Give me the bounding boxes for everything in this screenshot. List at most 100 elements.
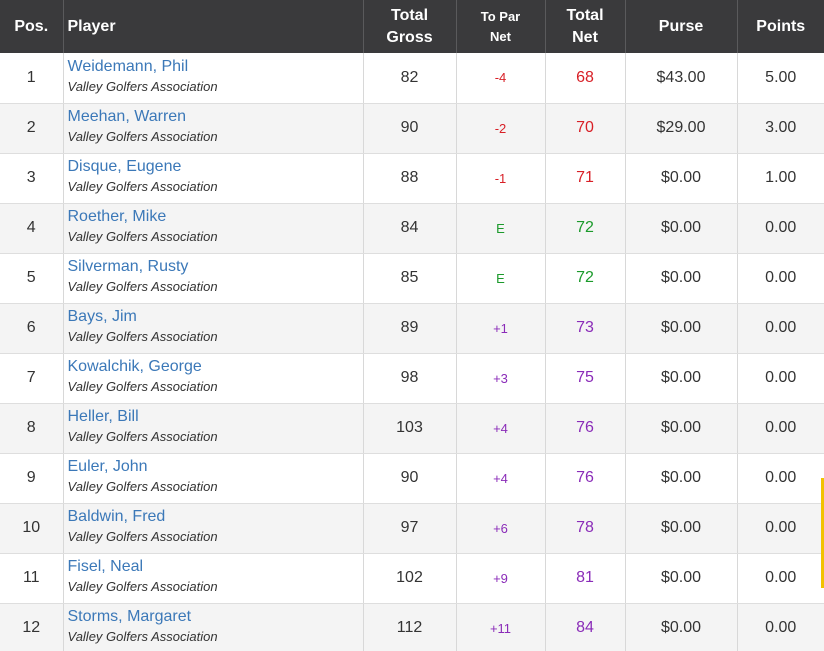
total-net-cell: 70: [545, 103, 626, 154]
player-cell: Roether, Mike Valley Golfers Association: [63, 203, 364, 254]
to-par-cell: +3: [456, 353, 546, 404]
purse-value: $0.00: [660, 419, 702, 436]
player-club: Valley Golfers Association: [67, 529, 218, 544]
purse-value: $0.00: [660, 219, 702, 236]
player-cell: Meehan, Warren Valley Golfers Associatio…: [63, 103, 364, 154]
total-net-value: 75: [576, 369, 594, 386]
purse-value: $0.00: [660, 569, 702, 586]
points-value: 0.00: [765, 419, 797, 436]
table-row: 7 Kowalchik, George Valley Golfers Assoc…: [0, 353, 824, 404]
header-total-net-line2: Net: [572, 28, 598, 46]
player-name-link[interactable]: Fisel, Neal: [68, 557, 361, 577]
total-gross-value: 98: [400, 369, 419, 386]
header-player[interactable]: Player: [63, 0, 364, 53]
to-par-cell: -4: [456, 53, 546, 104]
header-to-par-net[interactable]: To Par Net: [456, 0, 546, 53]
position-value: 6: [26, 319, 36, 336]
position-value: 4: [26, 219, 36, 236]
points-cell: 0.00: [737, 403, 824, 454]
total-net-value: 76: [576, 469, 594, 486]
purse-value: $29.00: [656, 119, 706, 136]
total-net-value: 68: [576, 68, 594, 86]
player-name-link[interactable]: Euler, John: [68, 457, 361, 477]
to-par-value: +4: [493, 470, 508, 486]
player-cell: Heller, Bill Valley Golfers Association: [63, 403, 364, 454]
player-name-link[interactable]: Storms, Margaret: [68, 607, 361, 627]
total-gross-value: 97: [400, 519, 419, 536]
total-net-value: 78: [576, 519, 594, 536]
player-club: Valley Golfers Association: [67, 279, 218, 294]
player-name-link[interactable]: Disque, Eugene: [68, 157, 361, 177]
total-gross-cell: 90: [363, 103, 457, 154]
player-cell: Euler, John Valley Golfers Association: [63, 453, 364, 504]
player-name-link[interactable]: Roether, Mike: [68, 207, 361, 227]
table-row: 5 Silverman, Rusty Valley Golfers Associ…: [0, 253, 824, 304]
points-value: 5.00: [765, 68, 797, 86]
points-cell: 0.00: [737, 603, 824, 651]
position-cell: 9: [0, 453, 64, 504]
header-to-par-line2: Net: [490, 28, 511, 44]
total-net-cell: 78: [545, 503, 626, 554]
points-value: 0.00: [765, 469, 797, 486]
position-value: 2: [26, 119, 36, 136]
to-par-cell: E: [456, 203, 546, 254]
header-total-net[interactable]: Total Net: [545, 0, 626, 53]
player-name-link[interactable]: Meehan, Warren: [68, 107, 361, 127]
header-pos[interactable]: Pos.: [0, 0, 64, 53]
header-total-gross[interactable]: Total Gross: [363, 0, 457, 53]
total-net-cell: 84: [545, 603, 626, 651]
to-par-cell: +1: [456, 303, 546, 354]
player-cell: Kowalchik, George Valley Golfers Associa…: [63, 353, 364, 404]
player-club: Valley Golfers Association: [67, 179, 218, 194]
to-par-cell: +4: [456, 403, 546, 454]
to-par-value: +4: [493, 420, 508, 436]
player-club: Valley Golfers Association: [67, 429, 218, 444]
total-gross-cell: 82: [363, 53, 457, 104]
table-row: 3 Disque, Eugene Valley Golfers Associat…: [0, 153, 824, 204]
points-value: 0.00: [765, 269, 797, 286]
to-par-value: -1: [494, 170, 507, 186]
total-gross-value: 103: [396, 419, 423, 436]
purse-cell: $0.00: [625, 353, 738, 404]
to-par-value: +11: [489, 620, 512, 636]
purse-cell: $0.00: [625, 603, 738, 651]
header-points[interactable]: Points: [737, 0, 824, 53]
player-club: Valley Golfers Association: [67, 479, 218, 494]
table-row: 12 Storms, Margaret Valley Golfers Assoc…: [0, 603, 824, 651]
to-par-cell: -1: [456, 153, 546, 204]
player-club: Valley Golfers Association: [67, 129, 218, 144]
position-cell: 1: [0, 53, 64, 104]
table-body: 1 Weidemann, Phil Valley Golfers Associa…: [0, 53, 824, 651]
total-gross-value: 90: [400, 469, 419, 486]
player-cell: Storms, Margaret Valley Golfers Associat…: [63, 603, 364, 651]
total-gross-cell: 103: [363, 403, 457, 454]
to-par-value: -4: [494, 70, 507, 86]
points-cell: 0.00: [737, 303, 824, 354]
player-name-link[interactable]: Silverman, Rusty: [68, 257, 361, 277]
table-row: 8 Heller, Bill Valley Golfers Associatio…: [0, 403, 824, 454]
total-net-cell: 73: [545, 303, 626, 354]
points-cell: 0.00: [737, 353, 824, 404]
total-net-cell: 71: [545, 153, 626, 204]
player-name-link[interactable]: Bays, Jim: [68, 307, 361, 327]
table-row: 1 Weidemann, Phil Valley Golfers Associa…: [0, 53, 824, 104]
total-net-value: 72: [576, 219, 594, 236]
player-name-link[interactable]: Kowalchik, George: [68, 357, 361, 377]
position-cell: 5: [0, 253, 64, 304]
position-value: 3: [26, 169, 36, 186]
player-club: Valley Golfers Association: [67, 629, 218, 644]
position-cell: 8: [0, 403, 64, 454]
player-cell: Disque, Eugene Valley Golfers Associatio…: [63, 153, 364, 204]
to-par-cell: E: [456, 253, 546, 304]
header-purse[interactable]: Purse: [625, 0, 738, 53]
player-name-link[interactable]: Weidemann, Phil: [68, 57, 361, 77]
points-cell: 1.00: [737, 153, 824, 204]
player-name-link[interactable]: Baldwin, Fred: [68, 507, 361, 527]
total-net-value: 76: [576, 419, 594, 436]
to-par-value: +9: [493, 570, 508, 586]
position-value: 10: [22, 519, 41, 536]
purse-cell: $0.00: [625, 203, 738, 254]
purse-value: $0.00: [660, 369, 702, 386]
position-cell: 3: [0, 153, 64, 204]
player-name-link[interactable]: Heller, Bill: [68, 407, 361, 427]
